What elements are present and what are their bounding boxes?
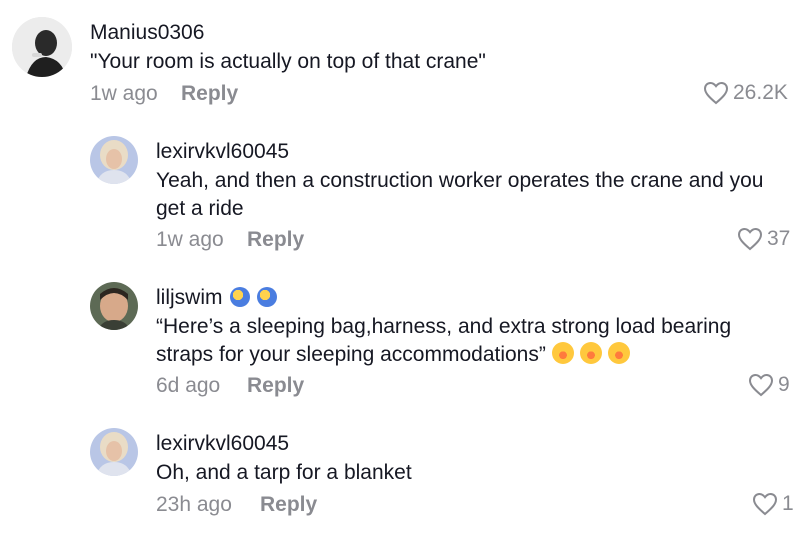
like-count: 37 — [767, 227, 791, 250]
rolling-laughing-emoji-icon — [551, 342, 574, 364]
avatar[interactable] — [90, 136, 138, 184]
like-count: 9 — [778, 373, 790, 396]
heart-icon — [752, 492, 778, 516]
avatar[interactable] — [90, 428, 138, 476]
like-button[interactable]: 9 — [748, 373, 790, 397]
reply-button[interactable]: Reply — [247, 374, 304, 398]
like-button[interactable]: 26.2K — [703, 81, 788, 105]
like-count: 26.2K — [733, 81, 788, 104]
like-button[interactable]: 37 — [737, 227, 790, 251]
rolling-laughing-emoji-icon — [579, 342, 602, 364]
person-avatar-icon — [12, 17, 72, 77]
comment-time: 23h ago — [156, 493, 232, 516]
comment-time: 6d ago — [156, 374, 221, 397]
person-avatar-icon — [90, 136, 138, 184]
reply-button[interactable]: Reply — [247, 228, 304, 252]
comment-username[interactable]: lexirvkvl60045 — [156, 432, 289, 456]
avatar[interactable] — [90, 282, 138, 330]
heart-icon — [737, 227, 763, 251]
like-button[interactable]: 1 — [752, 492, 794, 516]
comment-text: “Here’s a sleeping bag,harness, and extr… — [156, 313, 776, 369]
comment-text: Oh, and a tarp for a blanket — [156, 461, 412, 484]
comment-username[interactable]: liljswim — [156, 286, 277, 310]
comment-text-body: “Here’s a sleeping bag,harness, and extr… — [156, 315, 732, 366]
comment-username[interactable]: Manius0306 — [90, 21, 204, 45]
username-text: liljswim — [156, 286, 223, 309]
person-avatar-icon — [90, 428, 138, 476]
comment-username[interactable]: lexirvkvl60045 — [156, 140, 289, 164]
comment-time: 1w ago — [90, 82, 158, 105]
comment-text: Yeah, and then a construction worker ope… — [156, 169, 764, 220]
comment-time: 1w ago — [156, 228, 224, 251]
comment-text: "Your room is actually on top of that cr… — [90, 50, 486, 73]
reply-button[interactable]: Reply — [181, 82, 238, 106]
reply-button[interactable]: Reply — [260, 493, 317, 517]
fish-emoji-icon — [229, 287, 250, 307]
person-avatar-icon — [90, 282, 138, 330]
fish-emoji-icon — [256, 287, 277, 307]
avatar[interactable] — [12, 17, 72, 77]
like-count: 1 — [782, 492, 794, 515]
heart-icon — [703, 81, 729, 105]
rolling-laughing-emoji-icon — [607, 342, 630, 364]
heart-icon — [748, 373, 774, 397]
